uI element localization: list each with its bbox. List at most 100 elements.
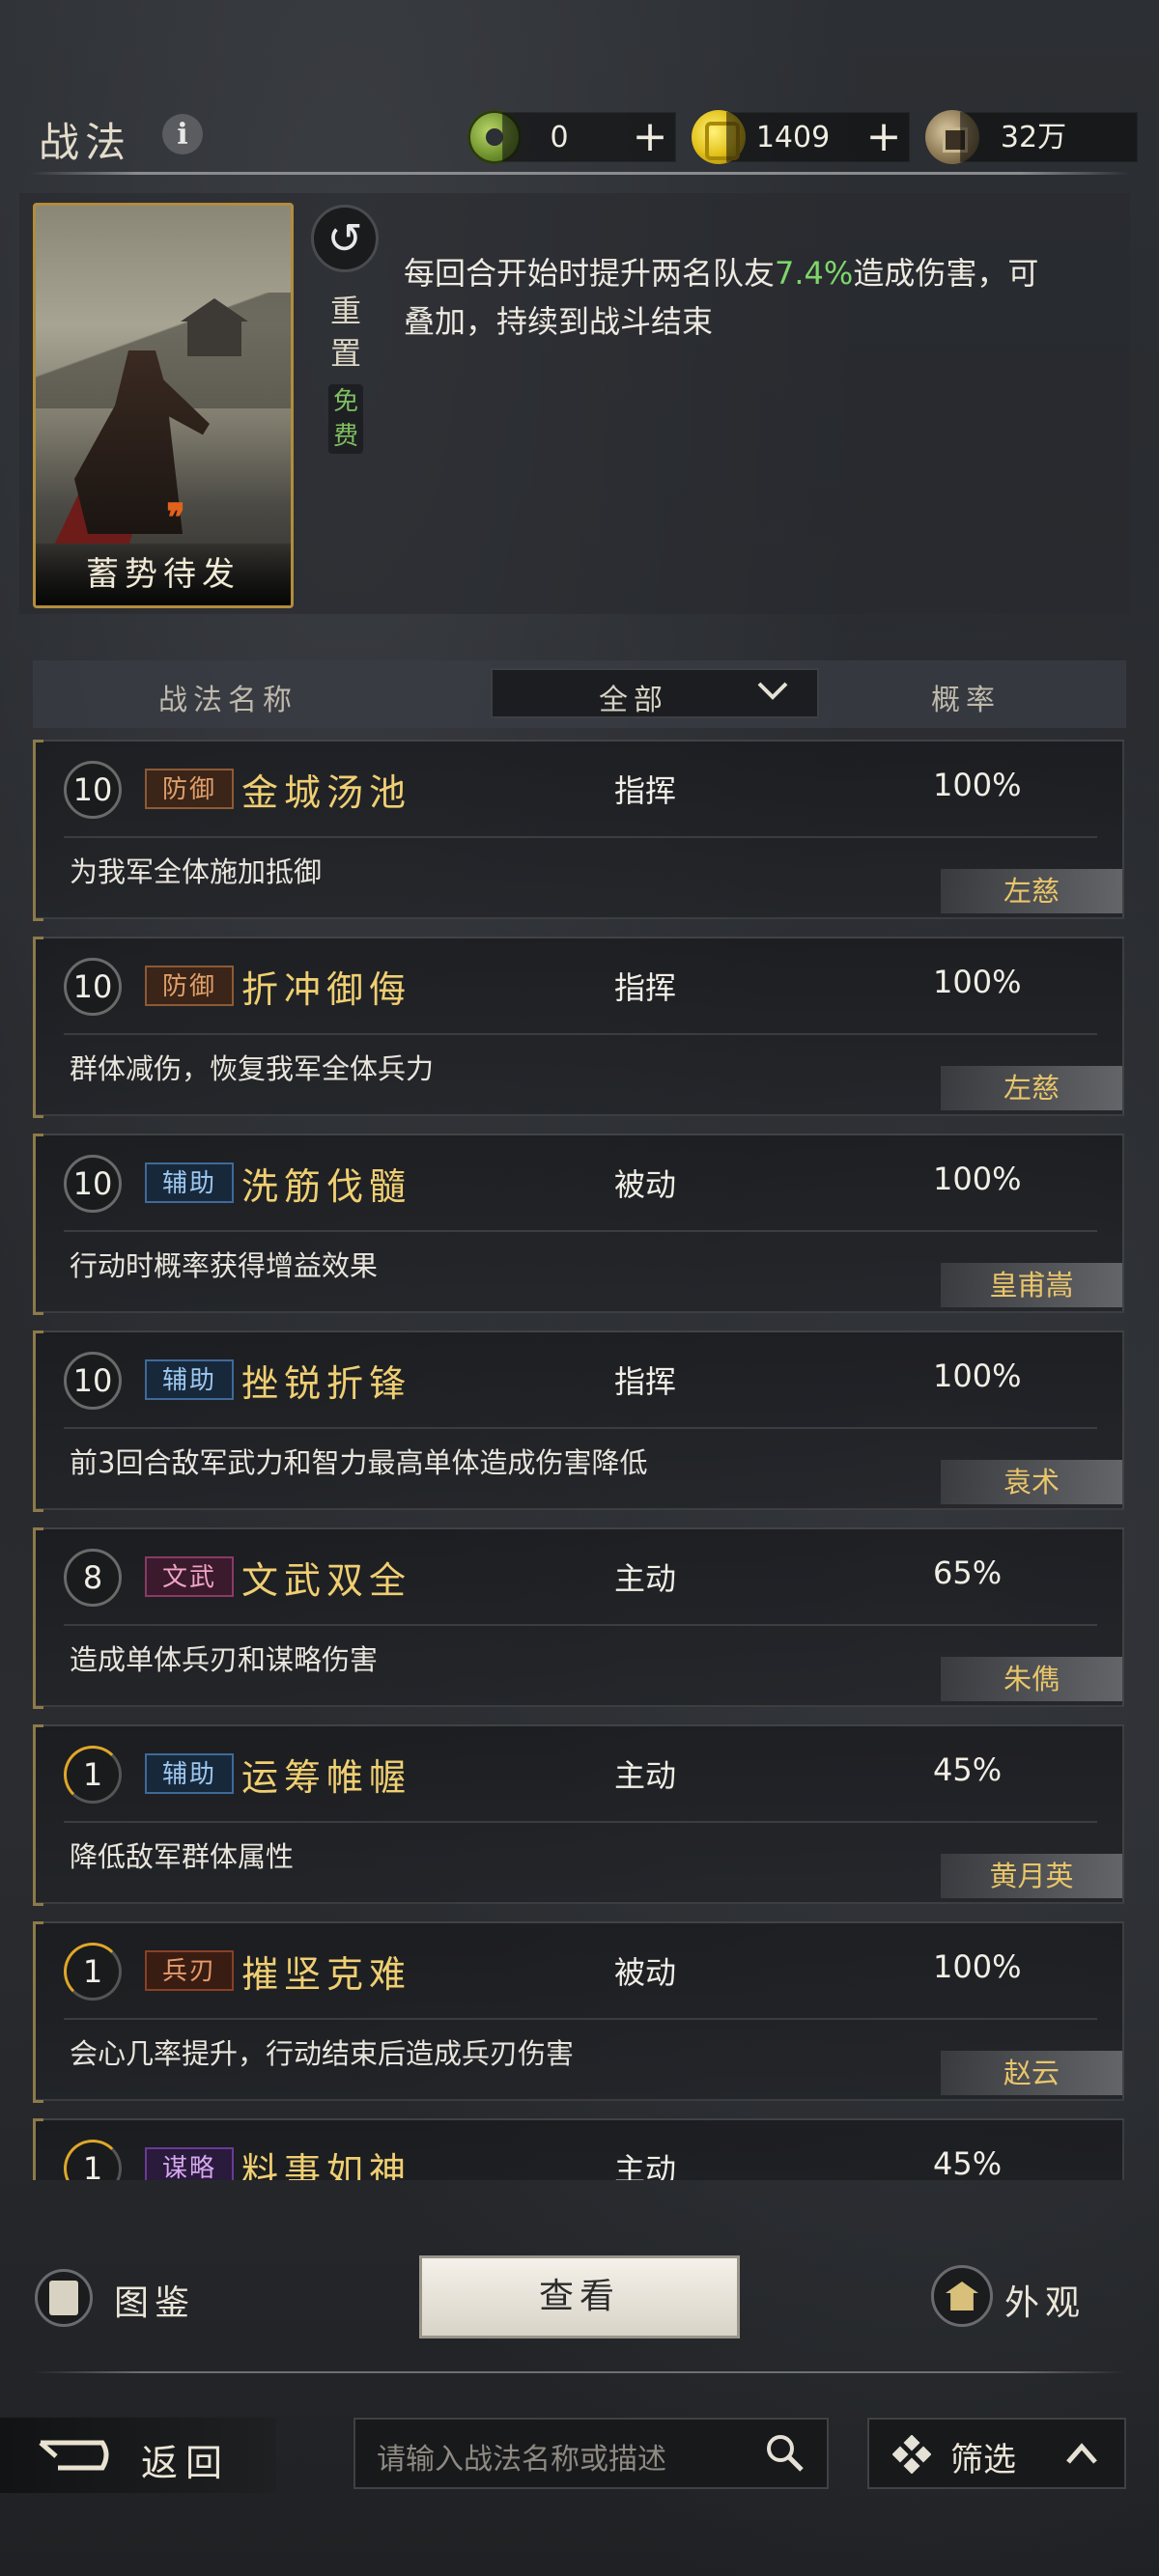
skill-desc: 前3回合敌军武力和智力最高单体造成伤害降低 xyxy=(70,1446,648,1479)
skill-rate: 100% xyxy=(933,1948,1022,1985)
filter-label[interactable]: 筛选 xyxy=(950,2433,1016,2480)
skill-rate: 100% xyxy=(933,767,1022,803)
codex-button[interactable]: 图鉴 xyxy=(114,2275,195,2325)
skill-hero: 左慈 xyxy=(941,1066,1122,1110)
skill-tag: 辅助 xyxy=(145,1359,234,1400)
skill-row[interactable]: 1 谋略 料事如神 主动 45% xyxy=(33,2118,1124,2180)
column-rate: 概率 xyxy=(931,684,1001,717)
add-gold-button[interactable]: + xyxy=(859,113,909,163)
skill-level: 1 xyxy=(64,1943,122,2001)
gold-amount: 1409 xyxy=(755,121,831,154)
skill-type: 主动 xyxy=(614,1757,677,1794)
skill-tag: 防御 xyxy=(145,966,234,1006)
skill-hero: 朱儁 xyxy=(941,1657,1122,1701)
row-divider xyxy=(64,2018,1097,2020)
skill-name: 洗筋伐髓 xyxy=(241,1165,412,1208)
skill-hero: 袁术 xyxy=(941,1460,1122,1504)
jade-currency: 0 + xyxy=(502,112,676,162)
skill-row[interactable]: 8 文武 文武双全 主动 65% 造成单体兵刃和谋略伤害 朱儁 xyxy=(33,1527,1124,1709)
skill-desc: 为我军全体施加抵御 xyxy=(70,855,323,888)
skill-level: 1 xyxy=(64,1746,122,1804)
add-jade-button[interactable]: + xyxy=(625,113,675,163)
jade-amount: 0 xyxy=(550,121,569,154)
skill-hero: 皇甫嵩 xyxy=(941,1263,1122,1307)
skill-level: 10 xyxy=(64,761,122,819)
skill-name: 折冲御侮 xyxy=(241,968,412,1011)
chevron-up-icon[interactable] xyxy=(1062,2439,1101,2468)
skill-desc: 行动时概率获得增益效果 xyxy=(70,1249,379,1282)
page-title: 战法 xyxy=(39,119,132,166)
skill-type: 指挥 xyxy=(614,772,677,809)
free-badge: 免费 xyxy=(328,384,363,454)
skill-hero: 左慈 xyxy=(941,869,1122,913)
bottom-divider xyxy=(33,2371,1126,2373)
skill-level: 10 xyxy=(64,1352,122,1410)
skill-type: 主动 xyxy=(614,2151,677,2180)
skill-hero: 赵云 xyxy=(941,2051,1122,2095)
skill-hero: 黄月英 xyxy=(941,1854,1122,1898)
row-divider xyxy=(64,1624,1097,1626)
skill-name: 金城汤池 xyxy=(241,771,412,814)
skill-row[interactable]: 10 防御 折冲御侮 指挥 100% 群体减伤，恢复我军全体兵力 左慈 xyxy=(33,937,1124,1118)
info-icon[interactable]: i xyxy=(162,114,203,154)
skill-rate: 45% xyxy=(933,2145,1003,2180)
skill-rate: 100% xyxy=(933,1161,1022,1197)
skill-name: 料事如神 xyxy=(241,2150,412,2180)
skill-level: 10 xyxy=(64,1155,122,1213)
appearance-icon[interactable] xyxy=(931,2265,993,2327)
skill-level: 1 xyxy=(64,2140,122,2180)
skill-name: 运筹帷幄 xyxy=(241,1756,412,1799)
appearance-button[interactable]: 外观 xyxy=(1004,2275,1086,2325)
skill-type: 指挥 xyxy=(614,969,677,1006)
copper-currency: 32万 xyxy=(960,112,1138,162)
card-quality-mark: ❜❜ xyxy=(166,495,185,541)
chevron-down-icon[interactable] xyxy=(753,676,792,705)
skill-desc: 会心几率提升，行动结束后造成兵刃伤害 xyxy=(70,2037,575,2070)
row-divider xyxy=(64,1230,1097,1232)
skill-tag: 兵刃 xyxy=(145,1950,234,1991)
row-divider xyxy=(64,1821,1097,1823)
reset-icon[interactable]: ↺ xyxy=(311,205,379,272)
desc-text-before: 每回合开始时提升两名队友 xyxy=(404,255,776,292)
desc-highlight-value: 7.4% xyxy=(775,255,854,292)
search-placeholder[interactable]: 请输入战法名称或描述 xyxy=(377,2435,666,2478)
search-icon[interactable] xyxy=(763,2431,806,2474)
category-filter-value[interactable]: 全部 xyxy=(599,676,668,718)
back-label[interactable]: 返回 xyxy=(141,2433,230,2486)
skill-level: 10 xyxy=(64,958,122,1016)
header-divider xyxy=(29,172,1130,175)
skill-row[interactable]: 10 辅助 洗筋伐髓 被动 100% 行动时概率获得增益效果 皇甫嵩 xyxy=(33,1134,1124,1315)
skill-level: 8 xyxy=(64,1549,122,1607)
reset-label[interactable]: 重置 xyxy=(325,290,367,375)
skill-row[interactable]: 10 辅助 挫锐折锋 指挥 100% 前3回合敌军武力和智力最高单体造成伤害降低… xyxy=(33,1330,1124,1512)
skill-name: 文武双全 xyxy=(241,1559,412,1602)
skill-desc: 造成单体兵刃和谋略伤害 xyxy=(70,1643,379,1676)
copper-amount: 32万 xyxy=(1000,121,1067,154)
skill-rate: 100% xyxy=(933,1358,1022,1394)
row-divider xyxy=(64,1427,1097,1429)
skill-list[interactable]: 10 防御 金城汤池 指挥 100% 为我军全体施加抵御 左慈 10 防御 折冲… xyxy=(33,740,1126,2180)
filter-icon[interactable] xyxy=(892,2435,931,2474)
skill-type: 主动 xyxy=(614,1560,677,1597)
skill-type: 被动 xyxy=(614,1954,677,1991)
back-arrow-icon[interactable] xyxy=(35,2433,112,2478)
skill-row[interactable]: 1 兵刃 摧坚克难 被动 100% 会心几率提升，行动结束后造成兵刃伤害 赵云 xyxy=(33,1921,1124,2103)
card-name: 蓄势待发 xyxy=(36,544,291,605)
skill-rate: 100% xyxy=(933,964,1022,1000)
skill-card[interactable]: ❜❜ 蓄势待发 xyxy=(33,203,294,608)
skill-tag: 文武 xyxy=(145,1556,234,1597)
skill-type: 指挥 xyxy=(614,1363,677,1400)
skill-description: 每回合开始时提升两名队友7.4%造成伤害，可叠加，持续到战斗结束 xyxy=(404,249,1060,346)
gold-currency: 1409 + xyxy=(726,112,910,162)
skill-type: 被动 xyxy=(614,1166,677,1203)
skill-row[interactable]: 1 辅助 运筹帷幄 主动 45% 降低敌军群体属性 黄月英 xyxy=(33,1724,1124,1906)
skill-tag: 辅助 xyxy=(145,1753,234,1794)
skill-rate: 45% xyxy=(933,1751,1003,1788)
codex-icon[interactable] xyxy=(35,2269,93,2327)
row-divider xyxy=(64,836,1097,838)
view-button[interactable]: 查看 xyxy=(419,2255,740,2338)
book-icon xyxy=(49,2281,78,2315)
skill-desc: 降低敌军群体属性 xyxy=(70,1840,295,1873)
skill-tag: 防御 xyxy=(145,769,234,809)
skill-row[interactable]: 10 防御 金城汤池 指挥 100% 为我军全体施加抵御 左慈 xyxy=(33,740,1124,921)
